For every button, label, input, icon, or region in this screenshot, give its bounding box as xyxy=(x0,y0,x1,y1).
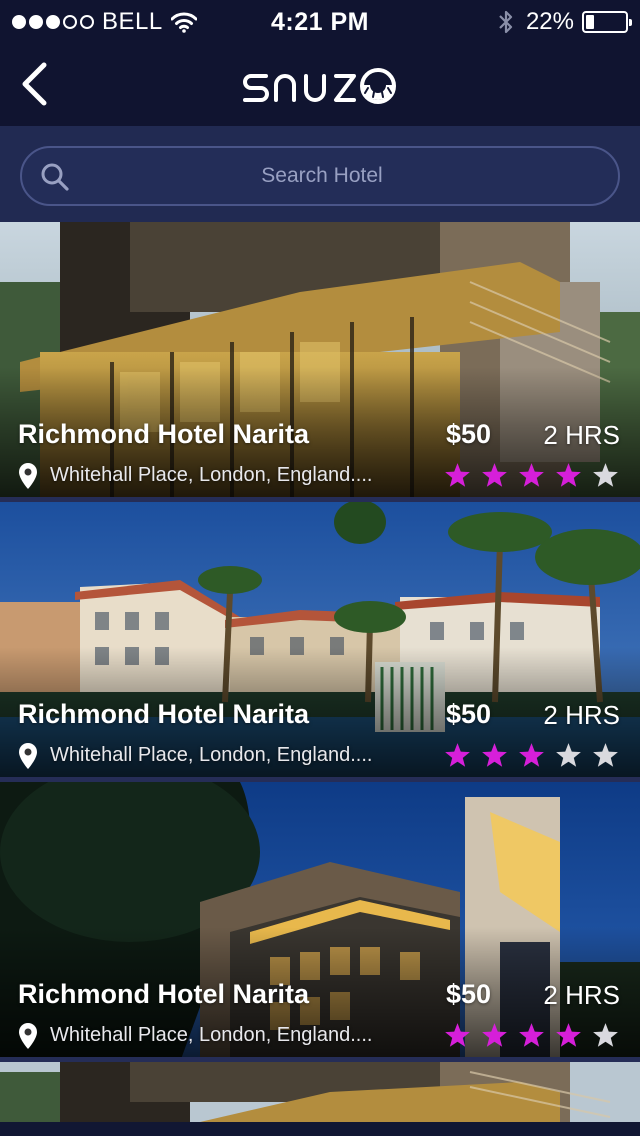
snuze-logo xyxy=(243,68,396,104)
star-empty-icon xyxy=(593,1023,618,1047)
star-empty-icon xyxy=(556,743,581,767)
location-pin-icon xyxy=(19,1023,37,1049)
star-filled-icon xyxy=(445,743,470,767)
hotel-duration: 2 HRS xyxy=(543,980,620,1010)
hotel-name: Richmond Hotel Narita xyxy=(18,419,310,449)
battery-icon xyxy=(582,11,632,33)
hotel-price: $50 xyxy=(446,979,492,1009)
hotel-address: Whitehall Place, London, England.... xyxy=(50,1024,373,1046)
hotel-price: $50 xyxy=(446,699,492,729)
location-pin-icon xyxy=(19,743,37,769)
nav-bar xyxy=(0,44,640,126)
chevron-left-icon xyxy=(22,62,47,106)
hotel-photo xyxy=(0,1062,640,1122)
search-icon xyxy=(41,163,69,191)
star-filled-icon xyxy=(519,463,544,487)
star-filled-icon xyxy=(482,743,507,767)
hotel-card[interactable]: Richmond Hotel Narita $50 2 HRS Whitehal… xyxy=(0,222,640,502)
star-filled-icon xyxy=(482,1023,507,1047)
back-button[interactable] xyxy=(14,60,54,108)
hotel-name: Richmond Hotel Narita xyxy=(18,979,310,1009)
hotel-card[interactable]: Richmond Hotel Narita $50 2 HRS Whitehal… xyxy=(0,502,640,782)
hotel-card[interactable]: Richmond Hotel Narita $50 2 HRS Whitehal… xyxy=(0,782,640,1062)
search-area xyxy=(0,126,640,222)
hotel-duration: 2 HRS xyxy=(543,700,620,730)
status-right: 22% xyxy=(498,8,632,36)
battery-level xyxy=(586,15,595,29)
battery-percentage: 22% xyxy=(525,8,574,35)
hotel-name: Richmond Hotel Narita xyxy=(18,699,310,729)
hotel-duration: 2 HRS xyxy=(543,420,620,450)
star-filled-icon xyxy=(556,1023,581,1047)
star-rating xyxy=(444,742,619,769)
star-filled-icon xyxy=(556,463,581,487)
hotel-card[interactable] xyxy=(0,1062,640,1122)
star-filled-icon xyxy=(445,463,470,487)
bluetooth-icon xyxy=(499,10,513,34)
star-filled-icon xyxy=(445,1023,470,1047)
star-filled-icon xyxy=(519,1023,544,1047)
star-rating xyxy=(444,1022,619,1049)
search-box[interactable] xyxy=(20,146,620,206)
hotel-address: Whitehall Place, London, England.... xyxy=(50,744,373,766)
search-input[interactable] xyxy=(82,154,562,198)
star-empty-icon xyxy=(593,463,618,487)
hotel-address: Whitehall Place, London, England.... xyxy=(50,464,373,486)
star-empty-icon xyxy=(593,743,618,767)
star-rating xyxy=(444,462,619,489)
location-pin-icon xyxy=(19,463,37,489)
hotel-list: Richmond Hotel Narita $50 2 HRS Whitehal… xyxy=(0,222,640,1122)
star-filled-icon xyxy=(519,743,544,767)
hotel-price: $50 xyxy=(446,419,492,449)
status-bar: BELL 4:21 PM 22% xyxy=(0,0,640,44)
star-filled-icon xyxy=(482,463,507,487)
